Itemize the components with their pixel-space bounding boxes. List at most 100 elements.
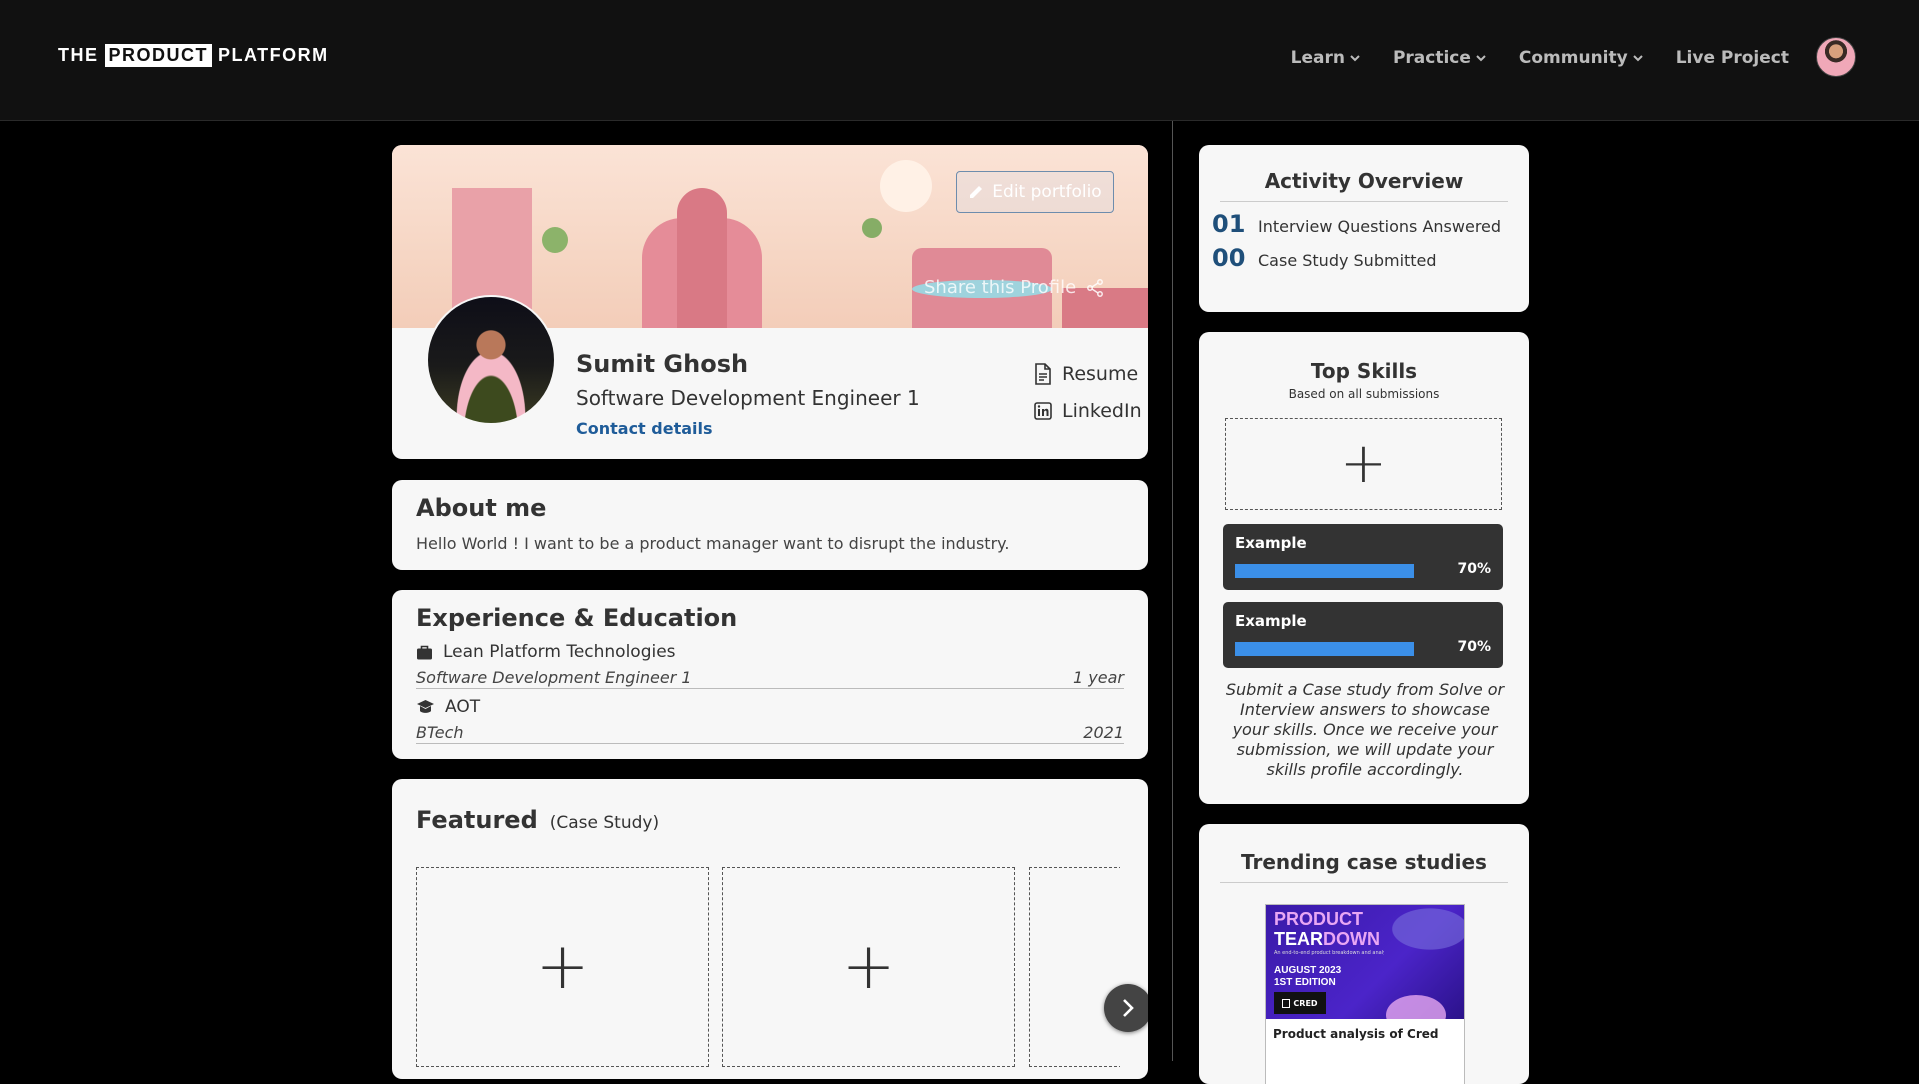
experience-card: Experience & Education Lean Platform Tec… [392, 590, 1148, 759]
banner-palace-decoration [677, 188, 727, 328]
skill-percent: 70% [1457, 561, 1491, 577]
brand-logo-pre: THE [58, 45, 99, 65]
share-profile-button[interactable]: Share this Profile [924, 277, 1104, 298]
experience-meta-label: 1 year [1073, 668, 1124, 687]
brand-logo-boxed: PRODUCT [104, 44, 212, 67]
experience-detail-label: Software Development Engineer 1 [416, 668, 692, 687]
education-meta-label: 2021 [1083, 723, 1124, 742]
case-cover-image: PRODUCT TEARDOWN An end-to-end product b… [1266, 905, 1464, 1019]
cred-badge-label: CRED [1293, 998, 1318, 1008]
linkedin-link[interactable]: LinkedIn [1034, 400, 1142, 422]
linkedin-icon [1034, 402, 1052, 420]
skill-item: Example 70% [1223, 602, 1503, 668]
add-skill-box[interactable]: + [1225, 418, 1502, 510]
trending-case-studies-card: Trending case studies PRODUCT TEARDOWN A… [1199, 824, 1529, 1084]
trending-title: Trending case studies [1241, 850, 1487, 874]
activity-count: 00 [1212, 244, 1246, 272]
resume-link[interactable]: Resume [1034, 363, 1138, 385]
featured-carousel: + + + [392, 779, 1120, 1079]
pencil-icon [970, 186, 983, 198]
featured-card: Featured (Case Study) + + + [392, 779, 1148, 1079]
brand-logo-post: PLATFORM [218, 45, 329, 65]
skill-progress-bar [1235, 564, 1415, 578]
profile-card: Edit portfolio Share this Profile Sumit … [392, 145, 1148, 459]
education-detail-label: BTech [416, 723, 464, 742]
edit-portfolio-button[interactable]: Edit portfolio [956, 171, 1114, 213]
top-skills-subtitle: Based on all submissions [1288, 387, 1440, 401]
resume-label: Resume [1062, 363, 1139, 385]
activity-label: Interview Questions Answered [1258, 217, 1502, 236]
contact-details-link[interactable]: Contact details [576, 419, 713, 438]
activity-overview-card: Activity Overview 01 Interview Questions… [1199, 145, 1529, 312]
education-item-org: AOT [416, 697, 1124, 717]
skills-note: Submit a Case study from Solve or Interv… [1225, 680, 1505, 779]
column-divider [1172, 121, 1173, 1061]
about-card: About me Hello World ! I want to be a pr… [392, 480, 1148, 570]
divider [1220, 201, 1508, 202]
cover-tagline: An end-to-end product breakdown and anal… [1274, 950, 1384, 956]
plus-icon: + [841, 930, 896, 1004]
briefcase-icon [417, 645, 432, 659]
plus-icon: + [1340, 431, 1387, 496]
nav-practice[interactable]: Practice [1393, 48, 1487, 68]
add-featured-slot[interactable]: + [1029, 867, 1120, 1067]
cover-edition-2: 1ST EDITION [1274, 977, 1336, 988]
top-skills-title: Top Skills [1310, 359, 1418, 383]
cover-line-2a: TEAR [1274, 929, 1323, 949]
edit-portfolio-label: Edit portfolio [992, 182, 1102, 202]
skill-item: Example 70% [1223, 524, 1503, 590]
skill-name: Example [1235, 534, 1307, 552]
top-skills-card: Top Skills Based on all submissions + Ex… [1199, 332, 1529, 804]
add-featured-slot[interactable]: + [722, 867, 1015, 1067]
nav-community[interactable]: Community [1519, 48, 1644, 68]
profile-photo [426, 295, 556, 425]
activity-row-case-study: 00 Case Study Submitted [1212, 244, 1529, 272]
education-org-label: AOT [445, 697, 481, 717]
cover-line-2: TEARDOWN [1274, 929, 1380, 950]
plus-icon: + [535, 930, 590, 1004]
carousel-next-button[interactable] [1104, 984, 1148, 1032]
document-icon [1035, 363, 1051, 385]
about-title: About me [416, 494, 547, 522]
top-navbar: THE PRODUCT PLATFORM Learn Practice Comm… [0, 0, 1919, 121]
experience-org-label: Lean Platform Technologies [443, 642, 676, 662]
about-text: Hello World ! I want to be a product man… [416, 534, 1010, 553]
chevron-down-icon [1633, 55, 1643, 62]
add-featured-slot[interactable]: + [416, 867, 709, 1067]
cred-badge: CRED [1274, 992, 1326, 1014]
chevron-right-icon [1123, 999, 1134, 1017]
activity-count: 01 [1212, 210, 1246, 238]
experience-item-org: Lean Platform Technologies [416, 642, 1124, 662]
cover-edition-1: AUGUST 2023 [1274, 965, 1342, 976]
banner-sun-decoration [880, 160, 932, 212]
nav-live-project[interactable]: Live Project [1676, 48, 1789, 68]
cred-logo-icon [1282, 998, 1291, 1008]
cover-swirl-decoration [1386, 995, 1446, 1019]
case-caption: Product analysis of Cred [1273, 1027, 1439, 1041]
user-avatar-menu[interactable] [1816, 37, 1856, 77]
brand-logo[interactable]: THE PRODUCT PLATFORM [58, 44, 329, 67]
experience-item-detail: Software Development Engineer 1 1 year [416, 668, 1124, 689]
nav-practice-label: Practice [1392, 48, 1471, 68]
nav-learn[interactable]: Learn [1291, 48, 1361, 68]
nav-learn-label: Learn [1290, 48, 1345, 68]
divider [1220, 882, 1508, 883]
main-nav: Learn Practice Community Live Project [1291, 48, 1789, 68]
share-profile-label: Share this Profile [924, 277, 1077, 298]
cover-line-2b: DOWN [1323, 929, 1380, 949]
education-item-detail: BTech 2021 [416, 723, 1124, 744]
nav-live-project-label: Live Project [1675, 48, 1789, 68]
trending-case-card[interactable]: PRODUCT TEARDOWN An end-to-end product b… [1265, 904, 1465, 1084]
profile-name: Sumit Ghosh [576, 350, 749, 378]
graduation-cap-icon [417, 699, 434, 713]
skill-percent: 70% [1457, 639, 1491, 655]
linkedin-label: LinkedIn [1062, 400, 1142, 422]
cover-line-1: PRODUCT [1274, 909, 1363, 929]
profile-role: Software Development Engineer 1 [576, 386, 920, 410]
banner-tree-decoration [862, 218, 882, 238]
banner-tree-decoration [542, 227, 568, 253]
share-icon [1087, 278, 1104, 297]
activity-row-interview: 01 Interview Questions Answered [1212, 210, 1529, 238]
chevron-down-icon [1476, 55, 1486, 62]
activity-label: Case Study Submitted [1258, 251, 1437, 270]
